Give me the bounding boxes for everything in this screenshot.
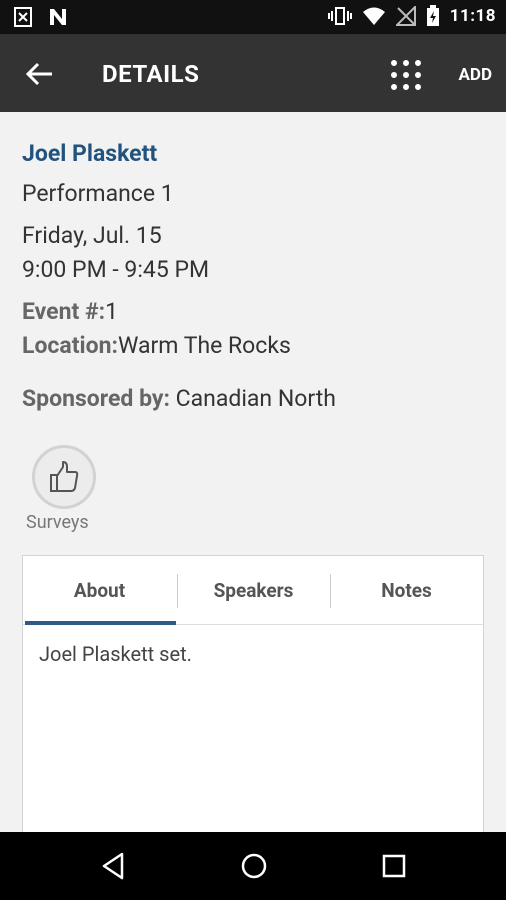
nav-recents-icon[interactable] (378, 850, 410, 882)
app-bar: DETAILS ADD (0, 34, 506, 112)
notification-n-icon (50, 9, 66, 25)
location-label: Location: (22, 332, 118, 359)
sponsor: Sponsored by: Canadian North (22, 385, 336, 412)
status-bar: 11:18 (0, 0, 506, 34)
thumbs-up-icon (50, 461, 79, 492)
about-text: Joel Plaskett set. (39, 642, 192, 666)
sponsor-value: Canadian North (169, 385, 336, 412)
page-title: DETAILS (102, 60, 200, 88)
event-label: Event #: (22, 298, 106, 325)
nav-back-icon[interactable] (98, 850, 130, 882)
tab-speakers[interactable]: Speakers (177, 556, 330, 624)
tab-row: About Speakers Notes (23, 556, 483, 625)
status-time: 11:18 (449, 6, 496, 26)
details-content: Joel Plaskett Performance 1 Friday, Jul.… (0, 112, 506, 835)
session-time: 9:00 PM - 9:45 PM (22, 256, 210, 283)
tab-about[interactable]: About (23, 556, 176, 625)
event-value: 1 (105, 298, 118, 325)
event-number: Event #:1 (22, 298, 118, 325)
system-navigation-bar (0, 832, 506, 900)
session-title: Performance 1 (22, 180, 174, 207)
wifi-icon (362, 7, 385, 25)
speaker-name-link[interactable]: Joel Plaskett (22, 140, 157, 167)
surveys-button[interactable] (32, 445, 96, 509)
sponsor-label: Sponsored by: (22, 385, 170, 412)
session-date: Friday, Jul. 15 (22, 222, 162, 249)
location: Location:Warm The Rocks (22, 332, 291, 359)
details-tabs: About Speakers Notes Joel Plaskett set. (22, 555, 484, 835)
add-button[interactable]: ADD (458, 65, 492, 85)
battery-charging-icon (426, 5, 439, 26)
surveys-label: Surveys (26, 512, 89, 533)
back-arrow-icon[interactable] (24, 60, 54, 88)
nav-home-icon[interactable] (238, 850, 270, 882)
tab-notes[interactable]: Notes (330, 556, 483, 624)
location-value: Warm The Rocks (117, 332, 291, 359)
vibrate-icon (327, 7, 352, 25)
notification-x-icon (14, 7, 32, 27)
app-grid-icon[interactable] (389, 58, 423, 92)
signal-off-icon (395, 6, 416, 26)
